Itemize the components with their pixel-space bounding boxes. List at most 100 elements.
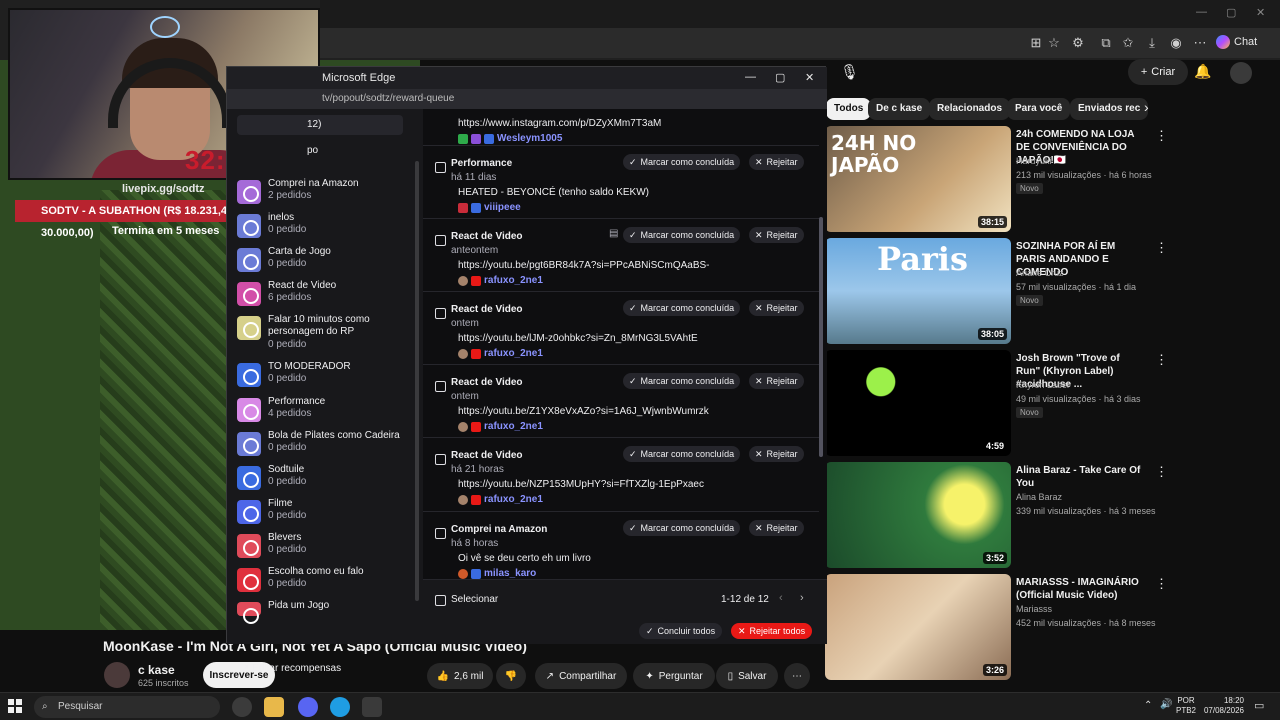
mark-complete-button[interactable]: ✓ Marcar como concluída [623, 300, 741, 316]
list-item[interactable]: React de Video ontem https://youtu.be/Z1… [423, 364, 819, 437]
app-icon[interactable] [362, 697, 382, 717]
reject-button[interactable]: ✕ Rejeitar [749, 300, 804, 316]
mark-complete-button[interactable]: ✓ Marcar como concluída [623, 154, 741, 170]
system-clock[interactable]: 18:20 07/08/2026 [1200, 696, 1244, 716]
video-thumbnail[interactable]: 24H NO JAPÃO 38:15 [825, 126, 1011, 232]
avatar[interactable] [1230, 62, 1252, 84]
more-icon[interactable]: ⋮ [1155, 128, 1168, 144]
profile-icon[interactable]: ◉ [1167, 34, 1185, 52]
chip-recent[interactable]: Enviados rec [1070, 98, 1149, 120]
row-checkbox[interactable] [435, 528, 446, 539]
reject-button[interactable]: ✕ Rejeitar [749, 373, 804, 389]
favorites-icon[interactable]: ✩ [1119, 34, 1137, 52]
file-explorer-icon[interactable] [264, 697, 284, 717]
video-thumbnail[interactable]: 3:52 [825, 462, 1011, 568]
sidebar-item-performance[interactable]: Performance 4 pedidos [237, 395, 417, 429]
sidebar-item-chinelos[interactable]: inelos 0 pedido [237, 211, 417, 245]
save-button[interactable]: ▯ Salvar [716, 663, 778, 689]
notifications-icon[interactable]: 🔔 [1194, 63, 1211, 80]
like-button[interactable]: 👍 2,6 mil [427, 663, 493, 689]
sidebar-item-escolha-como-eu-falo[interactable]: Escolha como eu falo 0 pedido [237, 565, 417, 599]
maximize-icon[interactable]: ▢ [775, 71, 785, 84]
sidebar-item-react-de-video[interactable]: React de Video 6 pedidos [237, 279, 417, 313]
sidebar-item-carta-de-jogo[interactable]: Carta de Jogo 0 pedido [237, 245, 417, 279]
avatar[interactable] [104, 662, 130, 688]
mark-complete-button[interactable]: ✓ Marcar como concluída [623, 373, 741, 389]
row-checkbox[interactable] [435, 235, 446, 246]
taskbar-search-input[interactable]: ⌕ Pesquisar [34, 696, 220, 718]
chevron-right-icon[interactable]: › [1144, 99, 1149, 115]
video-thumbnail[interactable]: 4:59 [825, 350, 1011, 456]
sidebar-item-to-moderador[interactable]: TO MODERADOR 0 pedido [237, 360, 417, 394]
create-button[interactable]: + Criar [1128, 59, 1188, 85]
more-icon[interactable]: ⋮ [1155, 240, 1168, 256]
sidebar-item-blevers[interactable]: Blevers 0 pedido [237, 531, 417, 565]
extensions-icon[interactable]: ⚙ [1069, 34, 1087, 52]
split-screen-icon[interactable]: ⧉ [1097, 34, 1115, 52]
video-thumbnail[interactable]: 3:26 [825, 574, 1011, 680]
channel-name[interactable]: c kase [138, 663, 175, 677]
recommendation-item[interactable]: Paris 38:05 SOZINHA POR AÍ EM PARIS ANDA… [825, 238, 1265, 346]
more-icon[interactable]: ⋮ [1155, 464, 1168, 480]
more-actions-button[interactable]: ⋯ [784, 663, 810, 689]
game-app-icon[interactable] [232, 697, 252, 717]
microphone-icon[interactable]: 🎙 [840, 63, 859, 81]
edge-icon[interactable] [330, 697, 350, 717]
sidebar-scrollbar[interactable] [415, 161, 419, 601]
more-icon[interactable]: ⋮ [1155, 576, 1168, 592]
dislike-button[interactable]: 👎 [496, 663, 526, 689]
ask-button[interactable]: ✦ Perguntar [633, 663, 715, 689]
chip-related[interactable]: Relacionados [929, 98, 1011, 120]
more-icon[interactable]: ⋯ [1191, 34, 1209, 52]
keyboard-layout[interactable]: POR PTB2 [1176, 696, 1196, 716]
chevron-right-icon[interactable]: › [800, 592, 804, 604]
list-item[interactable]: Comprei na Amazon há 8 horas Oi vê se de… [423, 511, 819, 579]
reject-button[interactable]: ✕ Rejeitar [749, 520, 804, 536]
list-item[interactable]: React de Video anteontem https://youtu.b… [423, 218, 819, 291]
recommendation-item[interactable]: 24H NO JAPÃO 38:15 24h COMENDO NA LOJA D… [825, 126, 1265, 234]
complete-all-button[interactable]: ✓ Concluir todos [639, 623, 723, 639]
edit-rewards-link[interactable]: ↗ Editar recompensas [241, 663, 341, 674]
row-checkbox[interactable] [435, 454, 446, 465]
reject-all-button[interactable]: ✕ Rejeitar todos [731, 623, 813, 639]
video-thumbnail[interactable]: Paris 38:05 [825, 238, 1011, 344]
select-all-checkbox[interactable] [435, 595, 446, 606]
minimize-icon[interactable]: — [1196, 6, 1207, 18]
recommendation-item[interactable]: 3:52 Alina Baraz - Take Care Of You Alin… [825, 462, 1265, 570]
queue-scrollbar[interactable] [819, 217, 823, 457]
mark-complete-button[interactable]: ✓ Marcar como concluída [623, 227, 741, 243]
app-icon[interactable]: ⊞ [1027, 34, 1045, 52]
chip-all[interactable]: Todos [826, 98, 872, 120]
row-checkbox[interactable] [435, 308, 446, 319]
reject-button[interactable]: ✕ Rejeitar [749, 446, 804, 462]
list-item[interactable]: https://www.instagram.com/p/DZyXMm7T3aM … [423, 109, 819, 150]
sidebar-item-all[interactable]: 12) [237, 115, 403, 135]
note-icon[interactable]: ▤ [609, 228, 618, 239]
chip-channel[interactable]: De c kase [868, 98, 931, 120]
recommendation-item[interactable]: 3:26 MARIASSS - IMAGINÁRIO (Official Mus… [825, 574, 1265, 682]
more-icon[interactable]: ⋮ [1155, 352, 1168, 368]
recommendation-item[interactable]: 4:59 Josh Brown "Trove of Run" (Khyron L… [825, 350, 1265, 458]
sidebar-item-falar-10-minutos[interactable]: Falar 10 minutos como personagem do RP 0 … [237, 313, 417, 353]
list-item[interactable]: React de Video há 21 horas https://youtu… [423, 437, 819, 510]
maximize-icon[interactable]: ▢ [1226, 6, 1236, 19]
download-icon[interactable]: ⤓ [1143, 34, 1161, 52]
row-checkbox[interactable] [435, 381, 446, 392]
address-bar[interactable]: tv/popout/sodtz/reward-queue [227, 89, 827, 109]
minimize-icon[interactable]: — [745, 71, 756, 83]
row-checkbox[interactable] [435, 162, 446, 173]
list-item[interactable]: React de Video ontem https://youtu.be/lJ… [423, 291, 819, 364]
mark-complete-button[interactable]: ✓ Marcar como concluída [623, 446, 741, 462]
close-icon[interactable]: ✕ [805, 71, 814, 84]
sidebar-item-filme[interactable]: Filme 0 pedido [237, 497, 417, 531]
sidebar-item-pida-um-jogo[interactable]: Pida um Jogo [237, 599, 417, 624]
notifications-icon[interactable]: ▭ [1254, 699, 1264, 712]
chip-for-you[interactable]: Para você [1007, 98, 1071, 120]
reject-button[interactable]: ✕ Rejeitar [749, 154, 804, 170]
list-item[interactable]: Performance há 11 dias HEATED - BEYONCÉ … [423, 145, 819, 218]
reject-button[interactable]: ✕ Rejeitar [749, 227, 804, 243]
sidebar-item[interactable]: po [237, 143, 417, 163]
volume-icon[interactable]: 🔊 [1160, 699, 1172, 710]
chevron-up-icon[interactable]: ⌃ [1144, 700, 1152, 711]
share-button[interactable]: ↗ Compartilhar [535, 663, 627, 689]
